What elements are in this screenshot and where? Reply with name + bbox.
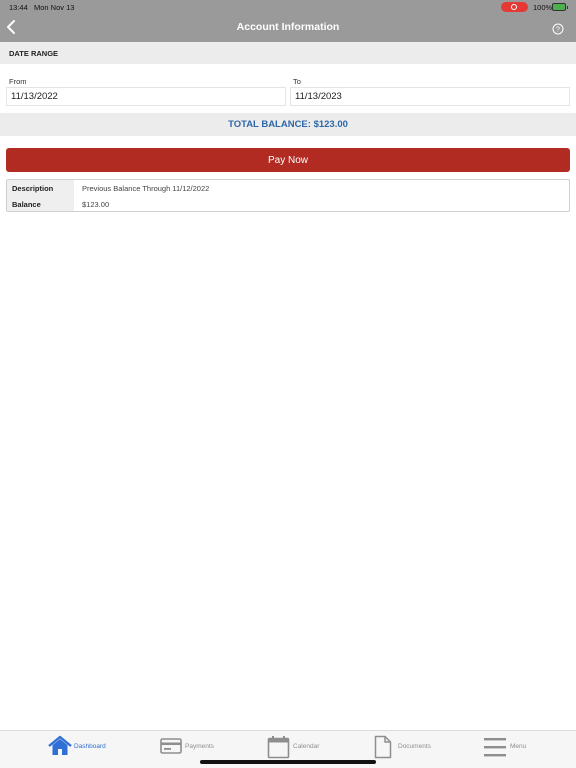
- tab-payments[interactable]: Payments: [160, 731, 230, 763]
- tab-menu[interactable]: Menu: [483, 731, 553, 763]
- from-label: From: [9, 77, 27, 86]
- menu-icon: [484, 738, 506, 757]
- to-label: To: [293, 77, 301, 86]
- row-label: Description: [7, 180, 74, 196]
- question-circle-icon: ?: [552, 23, 564, 35]
- total-balance: TOTAL BALANCE: $123.00: [228, 119, 348, 130]
- date-range-label: DATE RANGE: [9, 49, 59, 58]
- row-label: Balance: [7, 196, 74, 211]
- table-row: Description Previous Balance Through 11/…: [7, 180, 569, 196]
- row-value: $123.00: [82, 200, 110, 209]
- pay-now-button[interactable]: Pay Now: [6, 148, 570, 172]
- account-info-table: Description Previous Balance Through 11/…: [6, 179, 570, 212]
- help-button[interactable]: ?: [552, 22, 564, 35]
- home-indicator: [200, 760, 376, 764]
- document-icon: [374, 735, 392, 759]
- battery-icon: [552, 3, 568, 11]
- tab-label: Menu: [510, 743, 527, 750]
- page-title: Account Information: [236, 21, 340, 33]
- tab-documents[interactable]: Documents: [374, 731, 444, 763]
- calendar-icon: [267, 736, 290, 759]
- navigation-bar: 13:44 Mon Nov 13 100% Account Informatio…: [0, 0, 576, 42]
- date-range-header: DATE RANGE: [0, 42, 576, 64]
- tab-label: Dashboard: [74, 743, 106, 750]
- tab-label: Payments: [185, 743, 214, 750]
- to-date-input[interactable]: [290, 87, 570, 106]
- total-balance-bar: TOTAL BALANCE: $123.00: [0, 113, 576, 136]
- tab-label: Documents: [398, 743, 431, 750]
- home-icon: [48, 735, 72, 755]
- status-bar: 13:44 Mon Nov 13 100%: [0, 0, 576, 14]
- screen-recording-icon: [501, 2, 528, 12]
- row-value: Previous Balance Through 11/12/2022: [82, 184, 210, 193]
- status-date: Mon Nov 13: [34, 3, 75, 12]
- tab-label: Calendar: [293, 743, 320, 750]
- from-date-input[interactable]: [6, 87, 286, 106]
- tab-calendar[interactable]: Calendar: [267, 731, 337, 763]
- status-time: 13:44: [9, 3, 28, 12]
- table-row: Balance $123.00: [7, 196, 569, 211]
- credit-card-icon: [160, 738, 182, 754]
- tab-dashboard[interactable]: Dashboard: [48, 731, 118, 763]
- svg-text:?: ?: [556, 27, 560, 34]
- battery-percent: 100%: [533, 3, 553, 12]
